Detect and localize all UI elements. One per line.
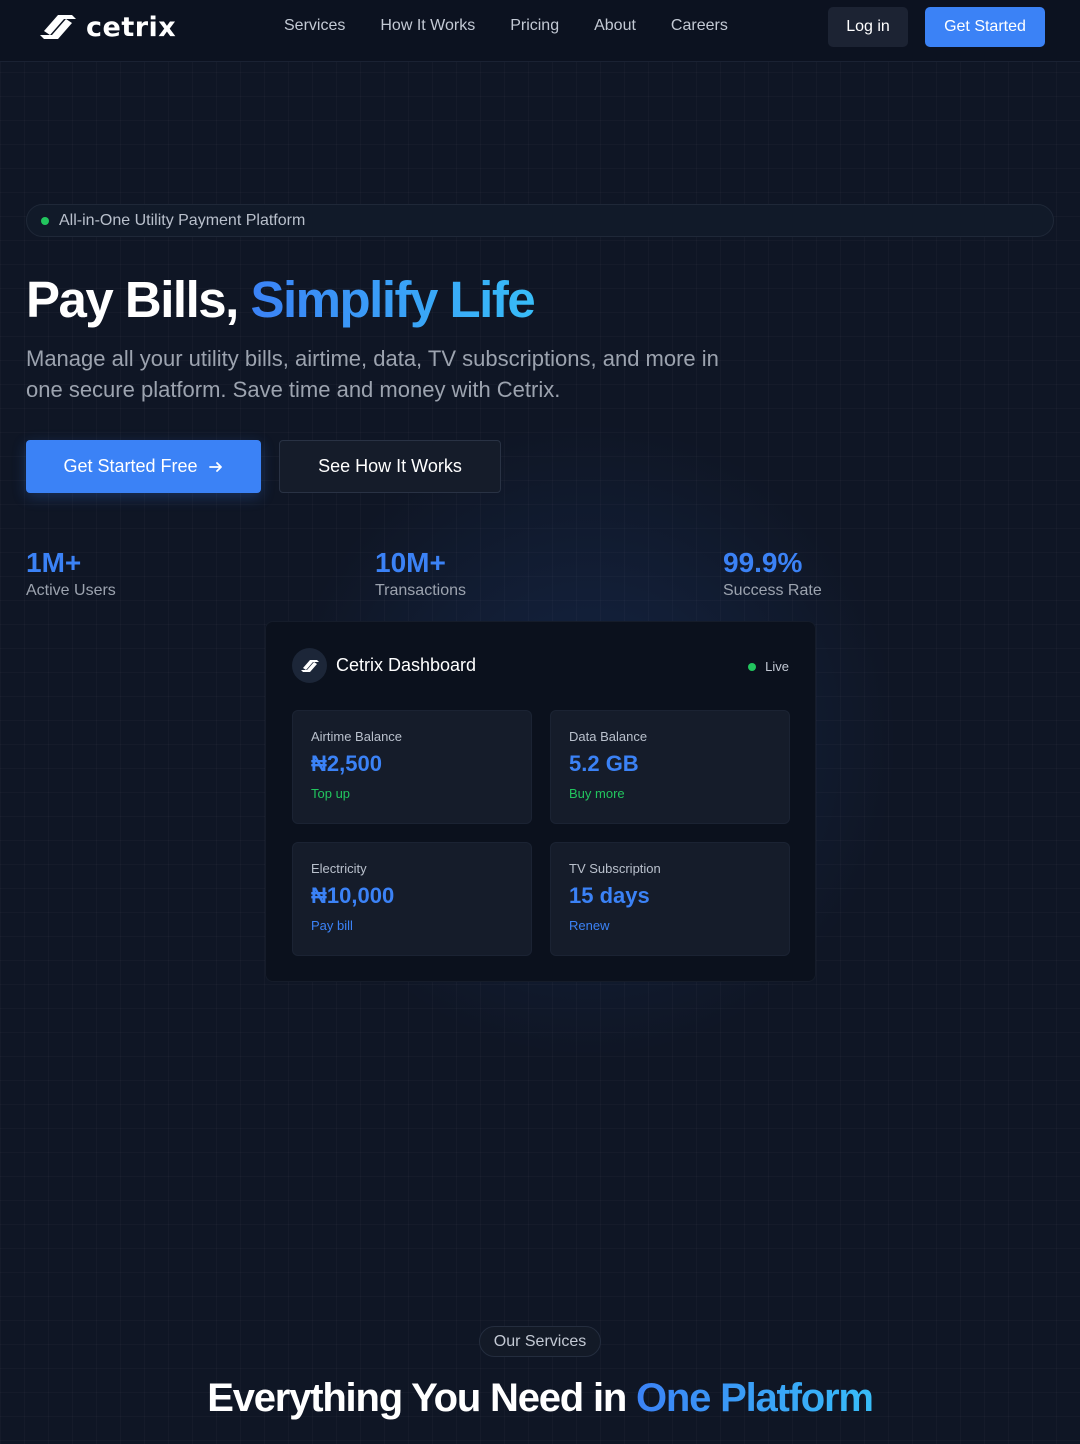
dashboard-preview: Cetrix Dashboard Live Airtime Balance ₦2… bbox=[265, 621, 816, 982]
logo-icon bbox=[300, 659, 319, 672]
card-value: ₦10,000 bbox=[311, 883, 395, 908]
stat-active-users: 1M+ Active Users bbox=[26, 546, 116, 600]
top-up-link[interactable]: Top up bbox=[311, 786, 513, 801]
stat-label: Transactions bbox=[375, 582, 466, 599]
stat-value: 10M+ bbox=[375, 547, 446, 578]
hero-title-plain: Pay Bills, bbox=[26, 271, 251, 328]
hero-badge-text: All-in-One Utility Payment Platform bbox=[59, 211, 306, 229]
hero-badge: All-in-One Utility Payment Platform bbox=[26, 204, 1054, 237]
renew-link[interactable]: Renew bbox=[569, 918, 771, 933]
get-started-free-label: Get Started Free bbox=[63, 456, 198, 476]
live-indicator: Live bbox=[748, 659, 789, 674]
live-label: Live bbox=[765, 659, 789, 674]
card-data-balance: Data Balance 5.2 GB Buy more bbox=[550, 710, 790, 824]
brand-name: cetrix bbox=[86, 11, 177, 43]
card-airtime-balance: Airtime Balance ₦2,500 Top up bbox=[292, 710, 532, 824]
services-title: Everything You Need in One Platform bbox=[0, 1376, 1080, 1421]
services-badge: Our Services bbox=[479, 1326, 601, 1357]
pay-bill-link[interactable]: Pay bill bbox=[311, 918, 513, 933]
card-label: TV Subscription bbox=[569, 861, 661, 876]
stat-label: Success Rate bbox=[723, 582, 822, 599]
card-label: Electricity bbox=[311, 861, 367, 876]
dashboard-title: Cetrix Dashboard bbox=[336, 655, 477, 675]
status-dot-icon bbox=[748, 662, 757, 671]
card-label: Data Balance bbox=[569, 729, 648, 744]
nav-link-how-it-works[interactable]: How It Works bbox=[380, 17, 475, 35]
hero-subtitle: Manage all your utility bills, airtime, … bbox=[26, 346, 719, 402]
get-started-button[interactable]: Get Started bbox=[925, 7, 1045, 47]
nav-link-pricing[interactable]: Pricing bbox=[510, 17, 559, 35]
card-tv-subscription: TV Subscription 15 days Renew bbox=[550, 842, 790, 956]
nav-link-careers[interactable]: Careers bbox=[671, 17, 728, 35]
stat-value: 1M+ bbox=[26, 547, 82, 578]
services-title-highlight: One Platform bbox=[636, 1376, 874, 1420]
stat-success-rate: 99.9% Success Rate bbox=[723, 546, 822, 600]
nav-link-about[interactable]: About bbox=[594, 17, 636, 35]
nav-link-services[interactable]: Services bbox=[284, 17, 345, 35]
card-electricity: Electricity ₦10,000 Pay bill bbox=[292, 842, 532, 956]
top-navbar: cetrix Services How It Works Pricing Abo… bbox=[0, 0, 1080, 62]
dashboard-header: Cetrix Dashboard bbox=[292, 648, 476, 683]
get-started-free-button[interactable]: Get Started Free bbox=[26, 440, 261, 493]
services-title-plain: Everything You Need in bbox=[207, 1376, 637, 1420]
brand-logo[interactable]: cetrix bbox=[36, 9, 176, 45]
stat-value: 99.9% bbox=[723, 547, 803, 578]
stat-transactions: 10M+ Transactions bbox=[375, 546, 466, 600]
arrow-right-icon bbox=[208, 461, 222, 472]
nav-links: Services How It Works Pricing About Care… bbox=[284, 17, 763, 35]
hero-title: Pay Bills, Simplify Life bbox=[26, 270, 536, 329]
stat-label: Active Users bbox=[26, 582, 116, 599]
card-value: ₦2,500 bbox=[311, 751, 382, 776]
card-value: 15 days bbox=[569, 883, 650, 908]
logo-icon bbox=[40, 15, 76, 39]
hero-title-highlight: Simplify Life bbox=[250, 271, 535, 328]
card-label: Airtime Balance bbox=[311, 729, 403, 744]
status-dot-icon bbox=[41, 216, 49, 225]
see-how-it-works-button[interactable]: See How It Works bbox=[279, 440, 501, 493]
buy-more-link[interactable]: Buy more bbox=[569, 786, 771, 801]
card-value: 5.2 GB bbox=[569, 751, 639, 776]
dashboard-logo bbox=[292, 648, 327, 683]
login-button[interactable]: Log in bbox=[828, 7, 908, 47]
